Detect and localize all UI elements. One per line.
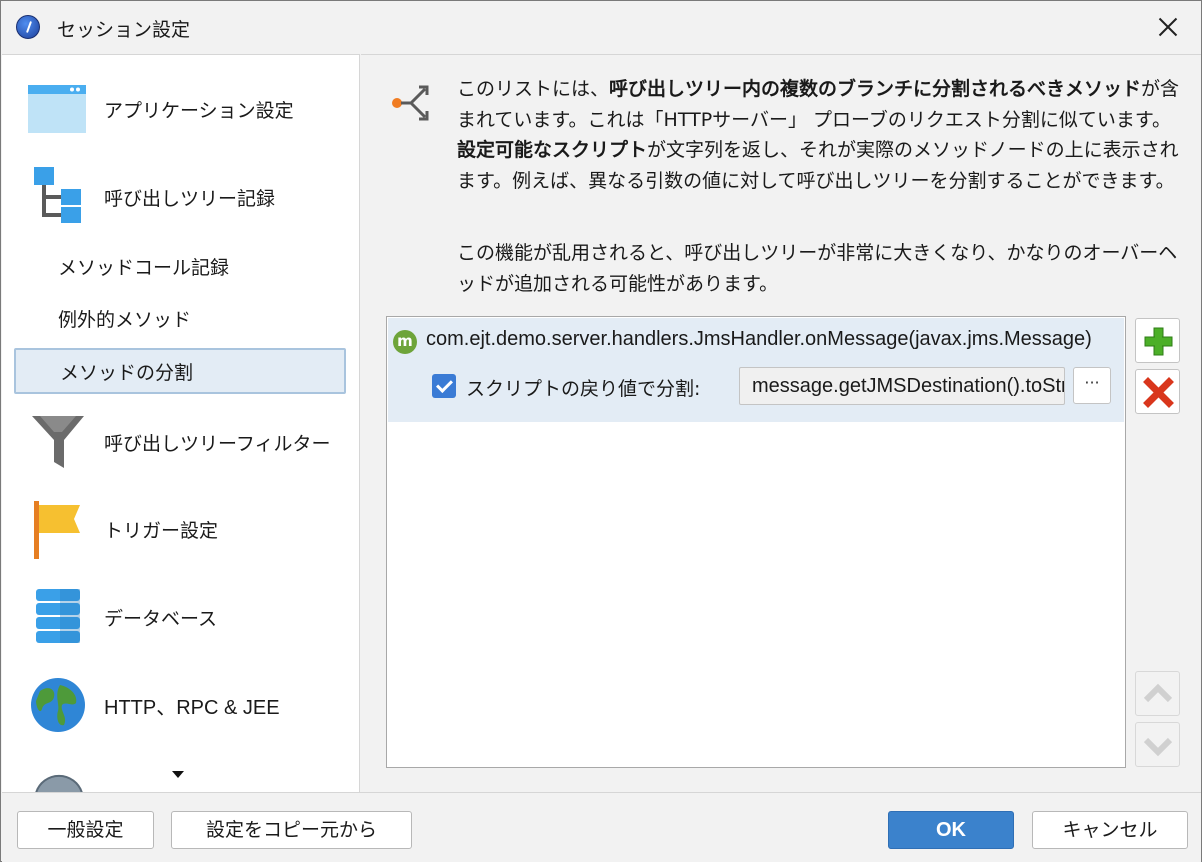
warning-text: この機能が乱用されると、呼び出しツリーが非常に大きくなり、かなりのオーバーヘッド…: [457, 242, 1178, 295]
split-by-script-label: スクリプトの戻り値で分割:: [466, 378, 701, 400]
app-icon: [16, 15, 40, 39]
description-emphasis: 呼び出しツリー内の複数のブランチに分割されるべきメソッド: [609, 78, 1142, 100]
sidebar-item-label: 例外的メソッド: [58, 308, 192, 331]
window-title: セッション設定: [57, 19, 191, 41]
sidebar-item-label: メソッドの分割: [60, 361, 194, 384]
chevron-up-icon: [1143, 683, 1173, 703]
sidebar-item-partial[interactable]: [2, 763, 359, 792]
sidebar-item-method-call-recording[interactable]: メソッドコール記録: [14, 243, 346, 289]
title-bar: セッション設定: [1, 1, 1201, 53]
description-text: このリストには、呼び出しツリー内の複数のブランチに分割されるべきメソッドが含まれ…: [457, 74, 1187, 196]
sidebar-item-label: メソッドコール記録: [58, 256, 230, 279]
session-settings-dialog: セッション設定 アプリケーション設定 呼び出しツリー記録 メソッドコール記録 例…: [0, 0, 1202, 862]
ok-button[interactable]: OK: [888, 811, 1014, 849]
script-field[interactable]: message.getJMSDestination().toString(): [739, 367, 1065, 405]
move-up-button[interactable]: [1135, 671, 1180, 716]
method-icon: m: [393, 330, 417, 354]
sidebar-item-label: 呼び出しツリーフィルター: [104, 432, 331, 455]
sidebar-item-databases[interactable]: データベース: [2, 585, 359, 649]
sidebar-item-exceptional-methods[interactable]: 例外的メソッド: [14, 295, 346, 341]
sidebar-item-label: 呼び出しツリー記録: [104, 187, 276, 210]
chevron-down-icon: [1143, 737, 1173, 757]
split-methods-icon: [392, 85, 429, 121]
sidebar-item-label: アプリケーション設定: [104, 99, 294, 122]
close-button[interactable]: [1151, 9, 1185, 45]
globe-icon: [31, 678, 85, 732]
sidebar-item-label: データベース: [104, 607, 218, 630]
database-icon: [36, 589, 80, 643]
split-by-script-checkbox[interactable]: [432, 374, 456, 398]
application-window-icon: [28, 85, 86, 133]
gauge-icon: [35, 774, 83, 792]
call-tree-icon: [34, 167, 81, 223]
add-button[interactable]: [1135, 318, 1180, 363]
split-methods-list[interactable]: m com.ejt.demo.server.handlers.JmsHandle…: [386, 316, 1126, 768]
list-item[interactable]: m com.ejt.demo.server.handlers.JmsHandle…: [388, 318, 1124, 422]
plus-icon: [1144, 327, 1173, 356]
cancel-button[interactable]: キャンセル: [1032, 811, 1188, 849]
footer-bar: 一般設定 設定をコピー元から OK キャンセル: [2, 792, 1201, 862]
funnel-icon: [32, 416, 84, 468]
sidebar-item-call-tree-recording[interactable]: 呼び出しツリー記録: [2, 165, 359, 229]
sidebar-item-split-methods[interactable]: メソッドの分割: [14, 348, 346, 394]
flag-icon: [34, 501, 80, 559]
sidebar-item-http-rpc-jee[interactable]: HTTP、RPC & JEE: [2, 673, 359, 737]
sidebar-item-trigger-settings[interactable]: トリガー設定: [2, 497, 359, 561]
sidebar-item-application-settings[interactable]: アプリケーション設定: [2, 77, 359, 141]
sidebar-item-label: トリガー設定: [104, 519, 219, 542]
description-emphasis: 設定可能なスクリプト: [457, 139, 648, 161]
method-signature: com.ejt.demo.server.handlers.JmsHandler.…: [426, 328, 1092, 350]
copy-settings-button[interactable]: 設定をコピー元から: [171, 811, 412, 849]
description-segment: このリストには、: [457, 78, 610, 100]
remove-icon: [1143, 377, 1174, 408]
sidebar-item-label: HTTP、RPC & JEE: [104, 696, 280, 719]
move-down-button[interactable]: [1135, 722, 1180, 767]
edit-script-button[interactable]: ···: [1073, 367, 1111, 404]
remove-button[interactable]: [1135, 369, 1180, 414]
sidebar-item-call-tree-filters[interactable]: 呼び出しツリーフィルター: [2, 410, 359, 474]
scroll-down-indicator-icon[interactable]: [172, 771, 184, 778]
general-settings-button[interactable]: 一般設定: [17, 811, 154, 849]
sidebar: アプリケーション設定 呼び出しツリー記録 メソッドコール記録 例外的メソッド メ…: [2, 54, 360, 792]
